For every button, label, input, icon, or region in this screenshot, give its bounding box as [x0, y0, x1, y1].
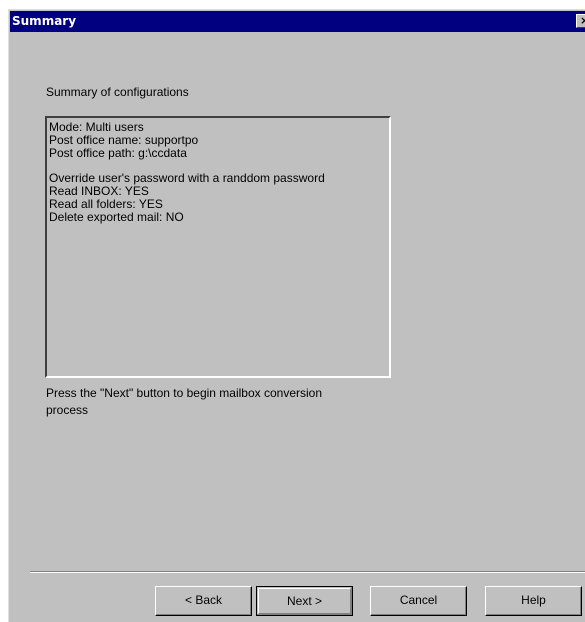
summary-heading: Summary of configurations [46, 85, 189, 99]
separator [30, 571, 585, 573]
summary-line: Post office path: g:\ccdata [49, 146, 187, 160]
title-bar[interactable]: Summary × [10, 11, 585, 32]
next-button-label: Next > [258, 588, 351, 614]
summary-text-box[interactable]: Mode: Multi users Post office name: supp… [45, 116, 391, 378]
next-button[interactable]: Next > [256, 586, 353, 616]
cancel-button[interactable]: Cancel [370, 586, 467, 616]
instruction-line-2: process [46, 403, 89, 417]
close-icon[interactable]: × [576, 14, 585, 28]
back-button[interactable]: < Back [155, 586, 252, 616]
help-button[interactable]: Help [485, 586, 582, 616]
summary-dialog: Summary × Summary of configurations Mode… [8, 9, 585, 622]
instruction-line-1: Press the "Next" button to begin mailbox… [46, 386, 322, 400]
window-title: Summary [12, 14, 77, 28]
summary-line: Delete exported mail: NO [49, 210, 184, 224]
